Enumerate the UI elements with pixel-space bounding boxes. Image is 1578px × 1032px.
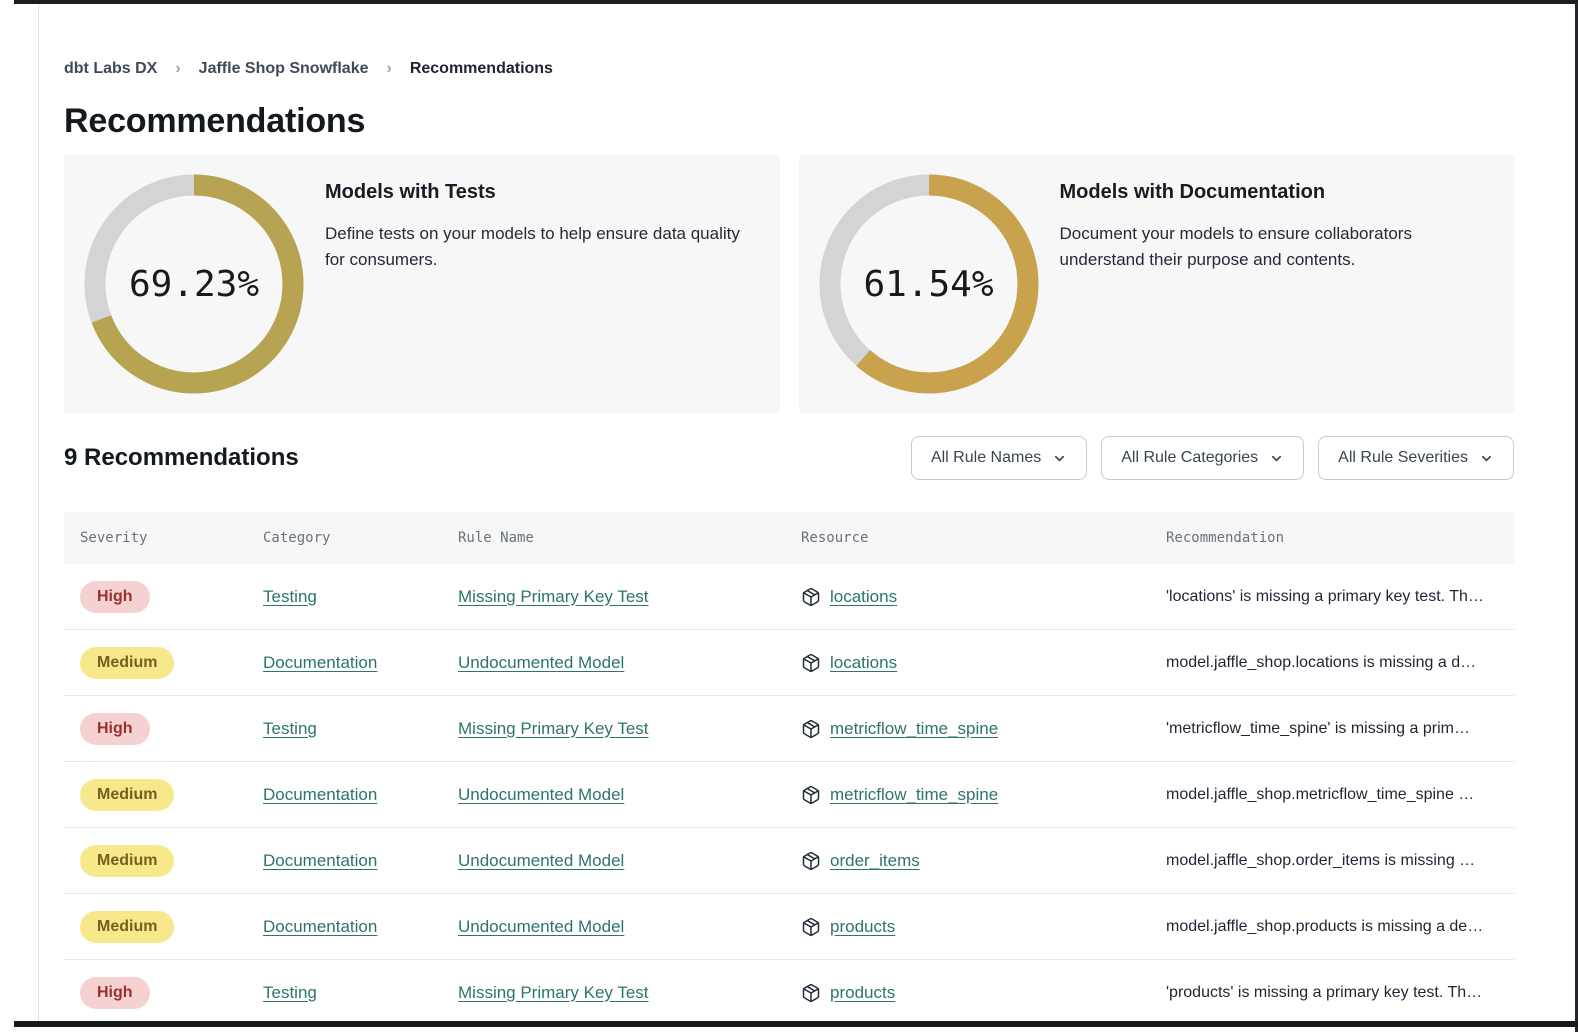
table-row: High Testing Missing Primary Key Test pr…: [64, 960, 1514, 1026]
recommendation-text: model.jaffle_shop.locations is missing a…: [1166, 654, 1476, 671]
table-row: Medium Documentation Undocumented Model …: [64, 894, 1514, 960]
severity-badge: Medium: [80, 779, 174, 811]
category-link[interactable]: Testing: [263, 587, 317, 606]
card-description: Define tests on your models to help ensu…: [325, 221, 752, 274]
package-icon: [801, 587, 821, 607]
rule-categories-filter-dropdown[interactable]: All Rule Categories: [1101, 436, 1304, 480]
table-row: High Testing Missing Primary Key Test me…: [64, 696, 1514, 762]
category-link[interactable]: Documentation: [263, 851, 377, 870]
table-row: Medium Documentation Undocumented Model …: [64, 630, 1514, 696]
rule-name-link[interactable]: Missing Primary Key Test: [458, 983, 649, 1002]
severity-badge: Medium: [80, 647, 174, 679]
main-content: dbt Labs DX › Jaffle Shop Snowflake › Re…: [64, 0, 1514, 1026]
models-with-documentation-card: 61.54% Models with Documentation Documen…: [799, 154, 1515, 414]
rule-names-filter-dropdown[interactable]: All Rule Names: [911, 436, 1087, 480]
sidebar-divider: [38, 4, 39, 1021]
card-title: Models with Documentation: [1060, 181, 1487, 204]
rule-name-link[interactable]: Undocumented Model: [458, 785, 624, 804]
recommendation-text: 'locations' is missing a primary key tes…: [1166, 588, 1484, 605]
chevron-down-icon: [1052, 451, 1067, 466]
package-icon: [801, 851, 821, 871]
recommendation-text: model.jaffle_shop.products is missing a …: [1166, 918, 1483, 935]
table-row: High Testing Missing Primary Key Test lo…: [64, 564, 1514, 630]
category-link[interactable]: Documentation: [263, 653, 377, 672]
resource-link[interactable]: locations: [830, 587, 897, 607]
recommendations-count: 9 Recommendations: [64, 444, 299, 472]
list-header: 9 Recommendations All Rule Names All Rul…: [64, 436, 1514, 480]
category-link[interactable]: Testing: [263, 983, 317, 1002]
severity-badge: High: [80, 713, 150, 745]
table-row: Medium Documentation Undocumented Model …: [64, 762, 1514, 828]
column-header-rule-name: Rule Name: [442, 530, 785, 546]
package-icon: [801, 653, 821, 673]
resource-link[interactable]: products: [830, 983, 895, 1003]
documentation-donut-chart: 61.54%: [819, 174, 1039, 394]
models-with-tests-card: 69.23% Models with Tests Define tests on…: [64, 154, 780, 414]
resource-link[interactable]: locations: [830, 653, 897, 673]
rule-name-link[interactable]: Undocumented Model: [458, 917, 624, 936]
category-link[interactable]: Documentation: [263, 785, 377, 804]
recommendation-text: model.jaffle_shop.metricflow_time_spine …: [1166, 786, 1474, 803]
resource-link[interactable]: products: [830, 917, 895, 937]
filters: All Rule Names All Rule Categories All R…: [911, 436, 1514, 480]
package-icon: [801, 917, 821, 937]
column-header-category: Category: [247, 530, 442, 546]
rule-categories-filter-label: All Rule Categories: [1121, 449, 1258, 467]
column-header-resource: Resource: [785, 530, 1150, 546]
card-title: Models with Tests: [325, 181, 752, 204]
category-link[interactable]: Testing: [263, 719, 317, 738]
rule-name-link[interactable]: Undocumented Model: [458, 653, 624, 672]
tests-percent-value: 69.23%: [84, 174, 304, 394]
rule-name-link[interactable]: Undocumented Model: [458, 851, 624, 870]
breadcrumb-current-page: Recommendations: [410, 60, 553, 78]
recommendation-text: 'metricflow_time_spine' is missing a pri…: [1166, 720, 1470, 737]
package-icon: [801, 719, 821, 739]
breadcrumb: dbt Labs DX › Jaffle Shop Snowflake › Re…: [64, 58, 1514, 80]
severity-badge: Medium: [80, 845, 174, 877]
table-row: Medium Documentation Undocumented Model …: [64, 828, 1514, 894]
breadcrumb-environment[interactable]: Jaffle Shop Snowflake: [199, 60, 369, 78]
recommendation-text: model.jaffle_shop.order_items is missing…: [1166, 852, 1475, 869]
stat-cards: 69.23% Models with Tests Define tests on…: [64, 154, 1514, 414]
tests-donut-chart: 69.23%: [84, 174, 304, 394]
category-link[interactable]: Documentation: [263, 917, 377, 936]
resource-link[interactable]: metricflow_time_spine: [830, 785, 998, 805]
resource-link[interactable]: metricflow_time_spine: [830, 719, 998, 739]
package-icon: [801, 785, 821, 805]
column-header-recommendation: Recommendation: [1150, 530, 1514, 546]
page-title: Recommendations: [64, 100, 1514, 142]
rule-name-link[interactable]: Missing Primary Key Test: [458, 587, 649, 606]
chevron-right-icon: ›: [175, 60, 180, 78]
card-description: Document your models to ensure collabora…: [1060, 221, 1487, 274]
rule-severities-filter-dropdown[interactable]: All Rule Severities: [1318, 436, 1514, 480]
chevron-right-icon: ›: [386, 60, 391, 78]
resource-link[interactable]: order_items: [830, 851, 920, 871]
breadcrumb-project[interactable]: dbt Labs DX: [64, 60, 157, 78]
rule-name-link[interactable]: Missing Primary Key Test: [458, 719, 649, 738]
rule-severities-filter-label: All Rule Severities: [1338, 449, 1468, 467]
window-edge-bottom: [14, 1021, 1578, 1027]
rule-names-filter-label: All Rule Names: [931, 449, 1041, 467]
severity-badge: High: [80, 581, 150, 613]
severity-badge: Medium: [80, 911, 174, 943]
table-header-row: Severity Category Rule Name Resource Rec…: [64, 512, 1514, 564]
package-icon: [801, 983, 821, 1003]
column-header-severity: Severity: [64, 530, 247, 546]
severity-badge: High: [80, 977, 150, 1009]
chevron-down-icon: [1479, 451, 1494, 466]
documentation-percent-value: 61.54%: [819, 174, 1039, 394]
recommendations-table-body: High Testing Missing Primary Key Test lo…: [64, 564, 1514, 1026]
recommendations-table: Severity Category Rule Name Resource Rec…: [64, 512, 1514, 1026]
recommendation-text: 'products' is missing a primary key test…: [1166, 984, 1482, 1001]
chevron-down-icon: [1269, 451, 1284, 466]
